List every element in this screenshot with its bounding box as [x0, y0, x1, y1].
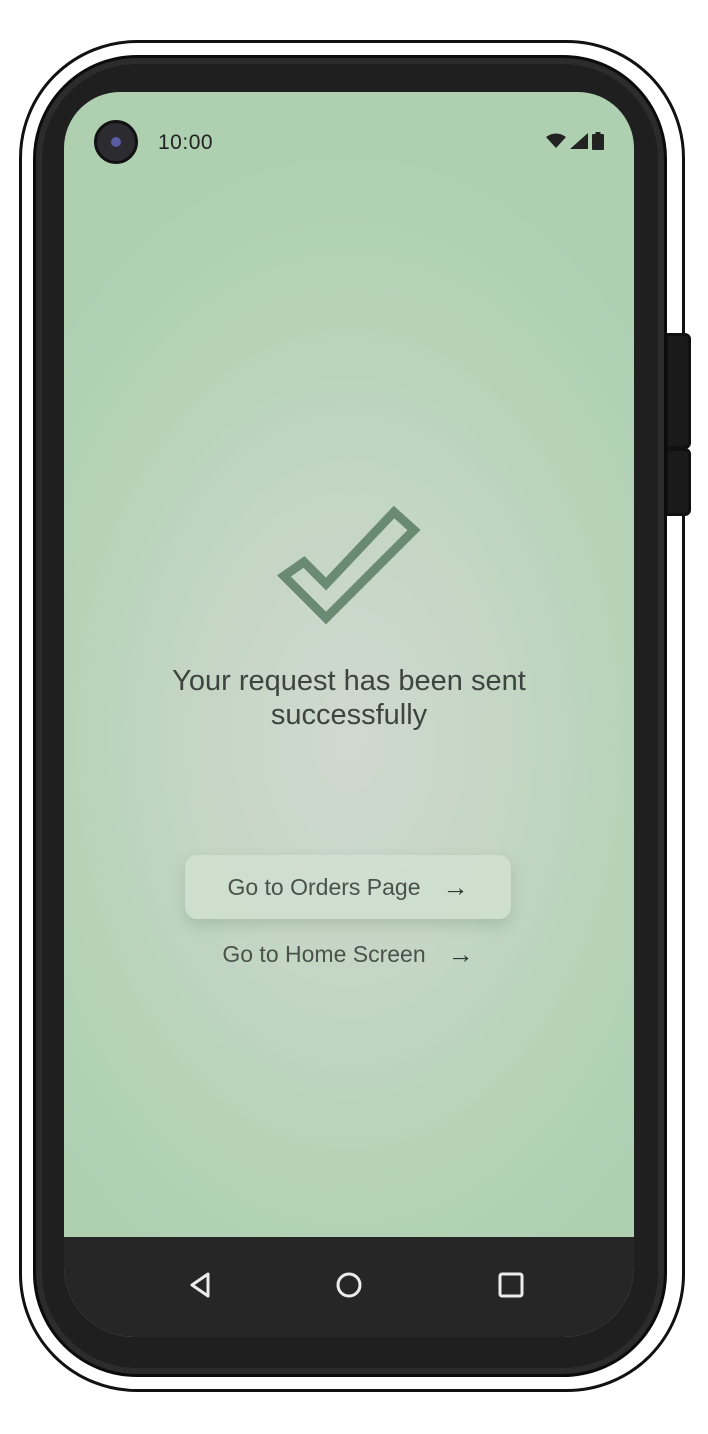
screen: 10:00 Your request has been sent success… — [64, 92, 634, 1337]
device-mockup: 10:00 Your request has been sent success… — [0, 0, 708, 1434]
success-message: Your request has been sent successfully — [172, 665, 526, 731]
recents-icon — [498, 1272, 524, 1298]
arrow-right-icon: → — [442, 871, 469, 902]
back-button[interactable] — [180, 1265, 220, 1305]
checkmark-icon — [277, 505, 421, 625]
go-to-orders-button[interactable]: Go to Orders Page → — [185, 855, 511, 919]
orders-button-label: Go to Orders Page — [227, 873, 421, 900]
go-to-home-link[interactable]: Go to Home Screen → — [185, 932, 511, 976]
confirmation-content: Your request has been sent successfully … — [64, 92, 634, 1237]
home-icon — [336, 1272, 362, 1298]
navigation-bar — [64, 1237, 634, 1337]
arrow-right-icon: → — [447, 938, 474, 969]
power-button — [665, 333, 691, 449]
recents-button[interactable] — [491, 1265, 531, 1305]
back-icon — [190, 1272, 210, 1298]
home-button[interactable] — [329, 1265, 369, 1305]
volume-button — [665, 448, 691, 516]
home-link-label: Go to Home Screen — [222, 940, 426, 967]
